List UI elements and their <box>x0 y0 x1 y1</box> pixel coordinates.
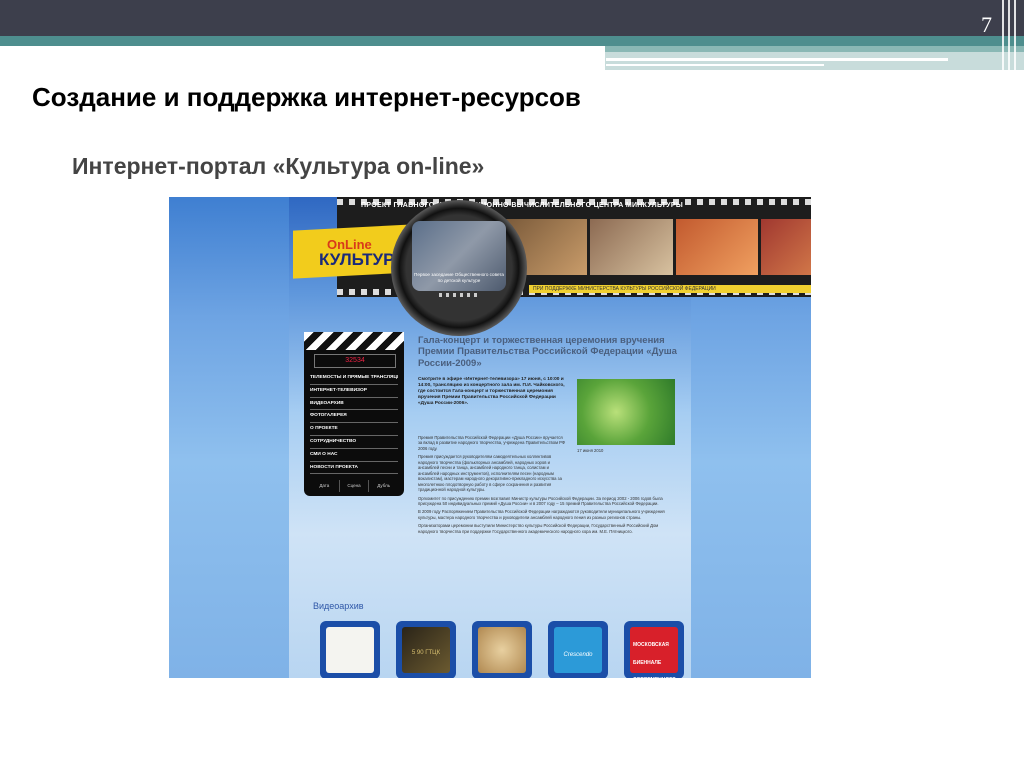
video-tile[interactable]: МОСКОВСКАЯ БИЕННАЛЕ СОВРЕМЕННОГО ИСКУССТ… <box>624 621 684 678</box>
nav-item-internet-tv[interactable]: ИНТЕРНЕТ-ТЕЛЕВИЗОР <box>310 385 398 398</box>
article-paragraph: Премия присуждается руководителям самоде… <box>418 454 562 493</box>
slide-subtitle: Интернет-портал «Культура on-line» <box>72 153 485 179</box>
featured-video-caption: Первое заседание Общественного совета по… <box>414 272 504 283</box>
nav-item-about[interactable]: О ПРОЕКТЕ <box>310 423 398 436</box>
video-thumb <box>478 627 526 673</box>
video-thumb: МОСКОВСКАЯ БИЕННАЛЕ СОВРЕМЕННОГО ИСКУССТ… <box>630 627 678 678</box>
video-thumb: 5 90 ГТЦК <box>402 627 450 673</box>
article-paragraph: В 2009 году Распоряжением Правительства … <box>418 509 665 520</box>
video-thumb: Crescendo <box>554 627 602 673</box>
nav-item-news[interactable]: НОВОСТИ ПРОЕКТА <box>310 462 398 475</box>
header-line <box>606 58 948 61</box>
header-line <box>606 64 824 66</box>
project-banner: ПРОЕКТ ГЛАВНОГО ИНФОРМАЦИОННО-ВЫЧИСЛИТЕЛ… <box>361 202 683 209</box>
header-right-tab <box>605 52 1024 70</box>
header-vertical-line <box>1014 0 1016 70</box>
slide-number: 7 <box>981 12 992 37</box>
video-archive-row: 5 90 ГТЦК Crescendo МОСКОВСКАЯ БИЕННАЛЕ … <box>320 621 684 678</box>
video-tile[interactable] <box>320 621 380 678</box>
article-intro: Смотрите в эфире «Интернет-телевизора» 1… <box>418 377 565 406</box>
photo-thumb[interactable] <box>589 219 673 275</box>
sponsor-ticker: ПРИ ПОДДЕРЖКЕ МИНИСТЕРСТВА КУЛЬТУРЫ РОСС… <box>529 285 811 293</box>
nav-item-video-archive[interactable]: ВИДЕОАРХИВ <box>310 398 398 411</box>
article-paragraph: Премия Правительства Российской Федераци… <box>418 435 566 451</box>
header-bar-teal <box>0 36 1024 46</box>
website-screenshot: ПРОЕКТ ГЛАВНОГО ИНФОРМАЦИОННО-ВЫЧИСЛИТЕЛ… <box>169 197 811 678</box>
header-bar-dark <box>0 0 1024 36</box>
site-nav: ТЕЛЕМОСТЫ И ПРЯМЫЕ ТРАНСЛЯЦИИ ИНТЕРНЕТ-Т… <box>310 372 398 475</box>
article-paragraph: Организаторами церемонии выступили Минис… <box>418 523 659 534</box>
clapper-field-take: Дубль <box>368 480 398 492</box>
article-body: Премия Правительства Российской Федераци… <box>418 435 678 537</box>
article-title[interactable]: Гала-концерт и торжественная церемония в… <box>418 335 678 369</box>
photo-strip[interactable] <box>504 219 811 275</box>
header-cutout <box>0 46 605 70</box>
header-vertical-line <box>1002 0 1004 70</box>
clapper-stripes <box>304 332 404 350</box>
video-tile[interactable]: 5 90 ГТЦК <box>396 621 456 678</box>
visitor-counter: 32534 <box>314 354 396 368</box>
clapper-footer: Дата Сцена Дубль <box>310 480 398 492</box>
slider-dots[interactable] <box>439 293 479 297</box>
video-thumb <box>326 627 374 673</box>
clapper-field-date: Дата <box>319 483 330 488</box>
video-tile[interactable] <box>472 621 532 678</box>
header-vertical-line <box>1008 0 1010 70</box>
photo-thumb[interactable] <box>761 219 811 275</box>
article-paragraph: Оргкомитет по присуждению премии возглав… <box>418 495 663 506</box>
nav-item-broadcasts[interactable]: ТЕЛЕМОСТЫ И ПРЯМЫЕ ТРАНСЛЯЦИИ <box>310 372 398 385</box>
clapperboard-menu: 32534 ТЕЛЕМОСТЫ И ПРЯМЫЕ ТРАНСЛЯЦИИ ИНТЕ… <box>304 332 404 496</box>
clapper-field-scene: Сцена <box>338 480 369 492</box>
photo-thumb[interactable] <box>675 219 759 275</box>
video-tile[interactable]: Crescendo <box>548 621 608 678</box>
nav-item-press[interactable]: СМИ О НАС <box>310 449 398 462</box>
slide-title: Создание и поддержка интернет-ресурсов <box>32 82 581 112</box>
video-archive-label: Видеоархив <box>313 601 364 611</box>
nav-item-cooperation[interactable]: СОТРУДНИЧЕСТВО <box>310 436 398 449</box>
nav-item-photo-gallery[interactable]: ФОТОГАЛЕРЕЯ <box>310 410 398 424</box>
